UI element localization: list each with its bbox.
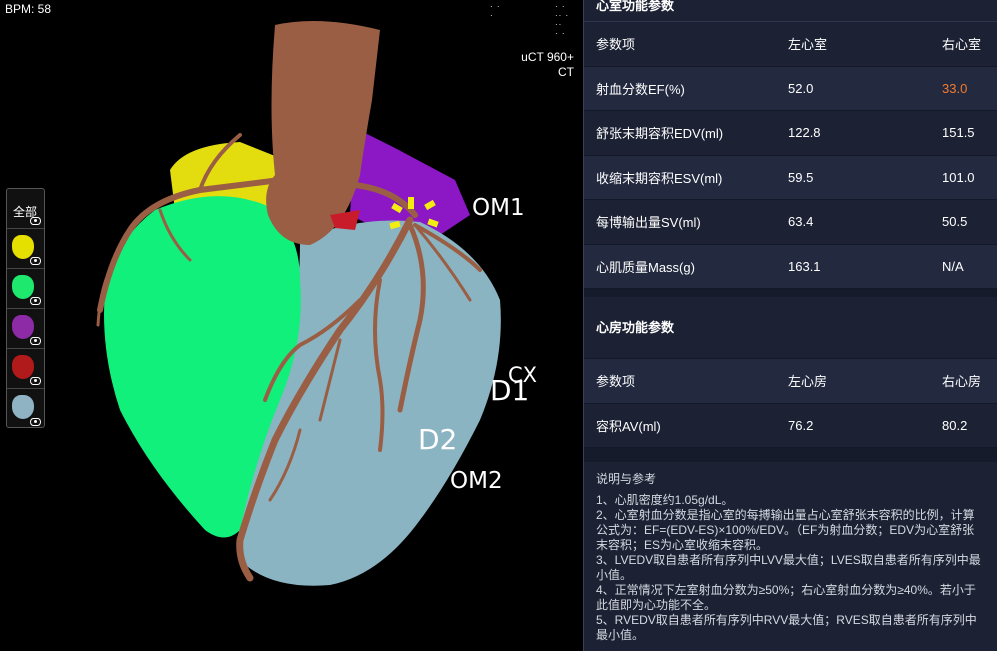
ventricle-section: 心室功能参数 参数项 左心室 右心室 射血分数EF(%) 52.0 33.0 舒… — [584, 0, 997, 289]
row-right-value-warning: 33.0 — [942, 80, 968, 96]
col-header-left: 左心室 — [788, 37, 828, 53]
row-left-value: 122.8 — [788, 125, 821, 141]
row-label: 容积AV(ml) — [596, 418, 661, 434]
row-right-value: 50.5 — [942, 214, 968, 230]
row-label: 收缩末期容积ESV(ml) — [596, 170, 723, 186]
notes-section: 说明与参考 1、心肌密度约1.05g/dL。 2、心室射血分数是指心室的每搏输出… — [584, 462, 997, 643]
note-line: 5、RVEDV取自患者所有序列中RVV最大值；RVES取自患者所有序列中最小值。 — [596, 613, 977, 642]
eye-icon[interactable] — [30, 337, 41, 345]
overlay-dots-right: · · ·· · ·· · · — [555, 2, 570, 38]
layer-item-blue[interactable] — [7, 389, 44, 429]
scanner-modality: CT — [558, 65, 574, 79]
layer-thumb-yellow — [12, 235, 34, 259]
row-left-value: 163.1 — [788, 258, 821, 274]
table-row: 收缩末期容积ESV(ml) 59.5 101.0 — [584, 155, 997, 200]
notes-title: 说明与参考 — [596, 472, 657, 486]
eye-icon[interactable] — [30, 297, 41, 305]
vessel-label-om2: OM2 — [450, 468, 503, 494]
row-label: 心肌质量Mass(g) — [596, 259, 695, 275]
bpm-readout: BPM: 58 — [5, 2, 52, 16]
layer-thumb-green — [12, 275, 34, 299]
layer-item-green[interactable] — [7, 269, 44, 309]
layer-all-toggle[interactable]: 全部 — [7, 189, 44, 229]
layer-thumb-blue — [12, 395, 34, 419]
atrium-section: 心房功能参数 参数项 左心房 右心房 容积AV(ml) 76.2 80.2 — [584, 297, 997, 448]
atrium-header-row: 参数项 左心房 右心房 — [584, 359, 997, 404]
vessel-label-d2: D2 — [418, 423, 458, 456]
note-line: 2、心室射血分数是指心室的每搏输出量占心室舒张末容积的比例，计算公式为：EF=(… — [596, 508, 975, 552]
col-header-right: 右心室 — [942, 37, 982, 53]
row-left-value: 63.4 — [788, 214, 814, 230]
parameters-panel: 心室功能参数 参数项 左心室 右心室 射血分数EF(%) 52.0 33.0 舒… — [583, 0, 997, 651]
row-right-value: 101.0 — [942, 169, 975, 185]
row-left-value: 52.0 — [788, 80, 814, 96]
row-label: 射血分数EF(%) — [596, 81, 685, 97]
overlay-dots: · · · — [490, 2, 501, 20]
ventricle-title: 心室功能参数 — [584, 0, 997, 22]
row-right-value: 80.2 — [942, 417, 968, 433]
row-right-value: 151.5 — [942, 125, 975, 141]
layer-panel: 全部 — [6, 188, 45, 428]
layer-item-red[interactable] — [7, 349, 44, 389]
eye-icon[interactable] — [30, 377, 41, 385]
vessel-label-d1: D1 — [490, 374, 530, 407]
note-line: 1、心肌密度约1.05g/dL。 — [596, 493, 734, 507]
ventricle-header-row: 参数项 左心室 右心室 — [584, 22, 997, 67]
row-label: 每博输出量SV(ml) — [596, 215, 701, 231]
layer-item-purple[interactable] — [7, 309, 44, 349]
atrium-title: 心房功能参数 — [584, 297, 997, 359]
row-label: 舒张末期容积EDV(ml) — [596, 126, 724, 142]
col-header-param: 参数项 — [596, 37, 636, 53]
scanner-model: uCT 960+ — [521, 50, 574, 64]
note-line: 4、正常情况下左室射血分数为≥50%；右心室射血分数为≥40%。若小于此值即为心… — [596, 583, 976, 612]
col-header-param: 参数项 — [596, 374, 636, 390]
row-right-value: N/A — [942, 258, 964, 274]
eye-icon[interactable] — [30, 418, 41, 426]
layer-thumb-purple — [12, 315, 34, 339]
section-divider — [584, 289, 997, 297]
table-row: 心肌质量Mass(g) 163.1 N/A — [584, 244, 997, 289]
row-left-value: 76.2 — [788, 417, 814, 433]
layer-thumb-red — [12, 355, 34, 379]
eye-icon[interactable] — [30, 217, 41, 225]
heart-3d-viewer[interactable]: BPM: 58 · · · · · ·· · ·· · · uCT 960+ CT… — [0, 0, 583, 651]
vessel-label-om1: OM1 — [472, 195, 525, 221]
heart-model[interactable] — [0, 0, 583, 651]
section-divider — [584, 448, 997, 462]
col-header-left: 左心房 — [788, 374, 828, 390]
scanner-info: uCT 960+ CT — [521, 50, 574, 80]
table-row: 每博输出量SV(ml) 63.4 50.5 — [584, 200, 997, 245]
layer-item-yellow[interactable] — [7, 229, 44, 269]
table-row: 射血分数EF(%) 52.0 33.0 — [584, 66, 997, 111]
eye-icon[interactable] — [30, 257, 41, 265]
table-row: 舒张末期容积EDV(ml) 122.8 151.5 — [584, 111, 997, 156]
table-row: 容积AV(ml) 76.2 80.2 — [584, 404, 997, 448]
row-left-value: 59.5 — [788, 169, 814, 185]
note-line: 3、LVEDV取自患者所有序列中LVV最大值；LVES取自患者所有序列中最小值。 — [596, 553, 981, 582]
col-header-right: 右心房 — [942, 374, 982, 390]
